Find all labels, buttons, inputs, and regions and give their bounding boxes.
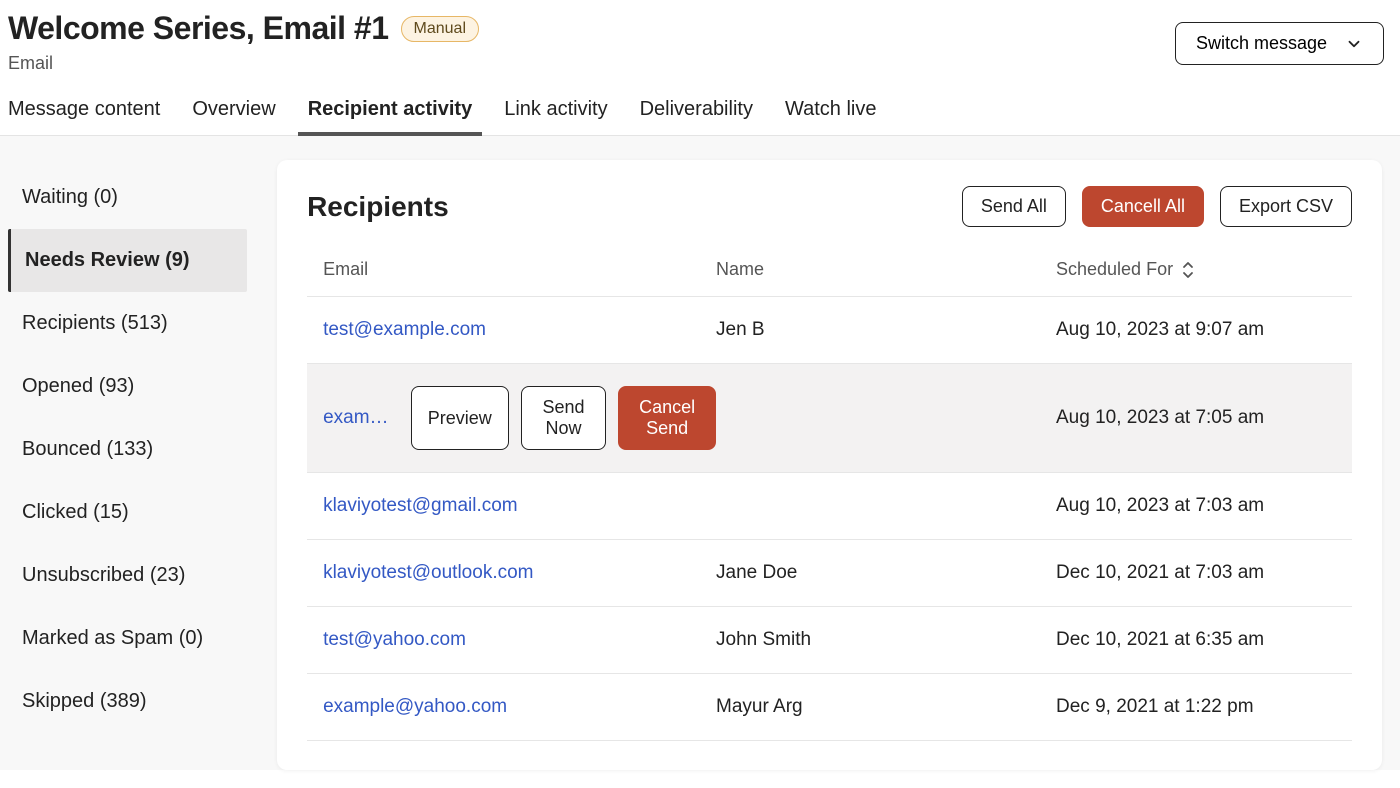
sort-icon: [1181, 261, 1195, 279]
panel-title: Recipients: [307, 191, 449, 223]
chevron-down-icon: [1345, 35, 1363, 53]
sidebar-item-recipients[interactable]: Recipients (513): [8, 292, 277, 355]
recipient-scheduled: Aug 10, 2023 at 7:03 am: [1056, 495, 1336, 517]
tab-watch-live[interactable]: Watch live: [785, 98, 877, 135]
tab-recipient-activity[interactable]: Recipient activity: [308, 98, 473, 135]
recipient-scheduled: Aug 10, 2023 at 7:05 am: [1056, 407, 1336, 429]
col-name: Name: [716, 259, 1056, 280]
table-header: Email Name Scheduled For: [307, 259, 1352, 297]
col-email: Email: [323, 259, 716, 280]
table-row[interactable]: klaviyotest@outlook.com Jane DoeDec 10, 2…: [307, 540, 1352, 607]
channel-subtitle: Email: [8, 53, 479, 74]
recipient-email-link[interactable]: klaviyotest@gmail.com: [323, 495, 518, 517]
sidebar-item-clicked[interactable]: Clicked (15): [8, 481, 277, 544]
recipient-scheduled: Aug 10, 2023 at 9:07 am: [1056, 319, 1336, 341]
sidebar-item-marked-as-spam[interactable]: Marked as Spam (0): [8, 607, 277, 670]
sidebar-item-skipped[interactable]: Skipped (389): [8, 670, 277, 733]
sidebar-item-opened[interactable]: Opened (93): [8, 355, 277, 418]
send-all-button[interactable]: Send All: [962, 186, 1066, 227]
table-row[interactable]: test@yahoo.com John SmithDec 10, 2021 at …: [307, 607, 1352, 674]
recipient-name: Jen B: [716, 319, 1056, 341]
tab-overview[interactable]: Overview: [192, 98, 275, 135]
export-csv-button[interactable]: Export CSV: [1220, 186, 1352, 227]
sidebar: Waiting (0)Needs Review (9)Recipients (5…: [0, 136, 277, 770]
tab-link-activity[interactable]: Link activity: [504, 98, 607, 135]
preview-button[interactable]: Preview: [411, 386, 509, 450]
col-scheduled-label: Scheduled For: [1056, 259, 1173, 280]
switch-message-label: Switch message: [1196, 33, 1327, 54]
send-now-button[interactable]: Send Now: [521, 386, 606, 450]
recipient-scheduled: Dec 10, 2021 at 6:35 am: [1056, 629, 1336, 651]
sidebar-item-needs-review[interactable]: Needs Review (9): [8, 229, 247, 292]
tab-message-content[interactable]: Message content: [8, 98, 160, 135]
table-row[interactable]: example@yahoo.com Mayur ArgDec 9, 2021 at…: [307, 674, 1352, 741]
cancel-send-button[interactable]: Cancel Send: [618, 386, 716, 450]
tabs: Message content Overview Recipient activit…: [0, 74, 1400, 136]
recipients-panel: Recipients Send All Cancell All Export C…: [277, 160, 1382, 770]
table-row[interactable]: test@example.com Jen BAug 10, 2023 at 9:0…: [307, 297, 1352, 364]
col-scheduled[interactable]: Scheduled For: [1056, 259, 1336, 280]
cancel-all-button[interactable]: Cancell All: [1082, 186, 1204, 227]
recipient-email-link[interactable]: test@example.com: [323, 319, 486, 341]
page-title: Welcome Series, Email #1: [8, 10, 389, 47]
tab-deliverability[interactable]: Deliverability: [640, 98, 753, 135]
recipient-email-link[interactable]: klaviyotest@outlook.com: [323, 562, 533, 584]
status-badge: Manual: [401, 16, 479, 42]
recipient-email-link[interactable]: example@yahoo.com: [323, 696, 507, 718]
table-row[interactable]: klaviyotest@gmail.com Aug 10, 2023 at 7:0…: [307, 473, 1352, 540]
recipient-scheduled: Dec 9, 2021 at 1:22 pm: [1056, 696, 1336, 718]
recipient-name: Jane Doe: [716, 562, 1056, 584]
sidebar-item-waiting[interactable]: Waiting (0): [8, 166, 277, 229]
switch-message-button[interactable]: Switch message: [1175, 22, 1384, 65]
recipient-email-link[interactable]: test@yahoo.com: [323, 629, 466, 651]
sidebar-item-bounced[interactable]: Bounced (133): [8, 418, 277, 481]
recipient-scheduled: Dec 10, 2021 at 7:03 am: [1056, 562, 1336, 584]
sidebar-item-unsubscribed[interactable]: Unsubscribed (23): [8, 544, 277, 607]
table-row[interactable]: example… PreviewSend NowCancel Send Aug 10…: [307, 364, 1352, 473]
recipient-email-link[interactable]: example…: [323, 407, 397, 429]
recipient-name: Mayur Arg: [716, 696, 1056, 718]
recipient-name: John Smith: [716, 629, 1056, 651]
